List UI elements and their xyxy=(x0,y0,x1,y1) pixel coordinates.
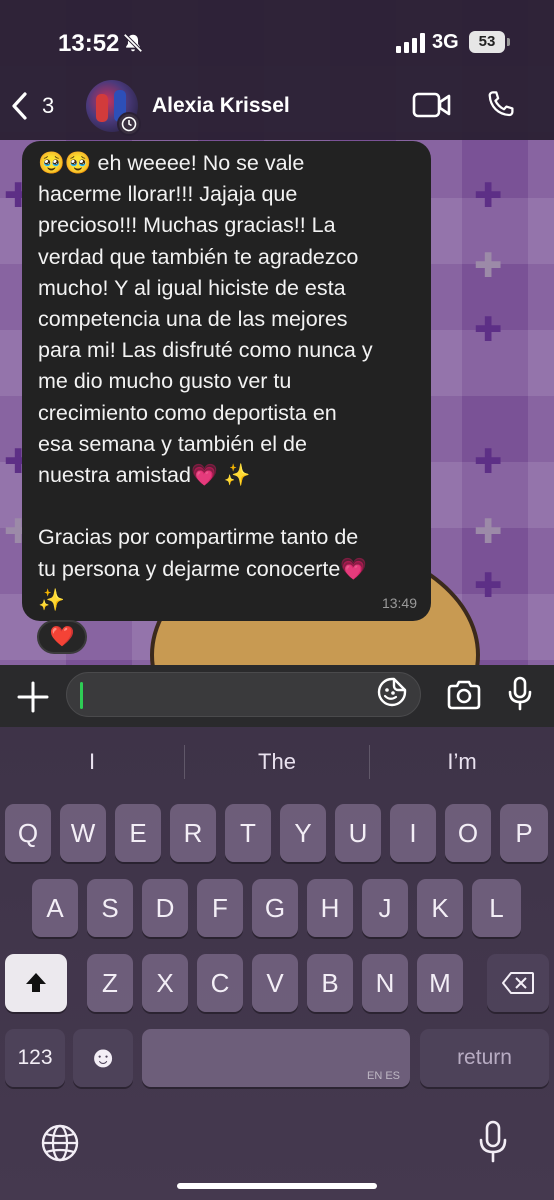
message-bubble[interactable]: 🥹🥹 eh weeee! No se vale hacerme llorar!!… xyxy=(22,141,431,621)
delete-key[interactable] xyxy=(487,954,549,1012)
video-call-icon[interactable] xyxy=(412,90,452,120)
bell-slash-icon xyxy=(123,33,143,53)
suggestion-1[interactable]: I xyxy=(0,749,184,775)
backspace-icon xyxy=(502,972,534,994)
key-p[interactable]: P xyxy=(500,804,548,862)
heart-reaction[interactable]: ❤️ xyxy=(37,620,87,654)
space-key[interactable]: EN ES xyxy=(142,1029,410,1087)
key-j[interactable]: J xyxy=(362,879,408,937)
key-e[interactable]: E xyxy=(115,804,161,862)
clock-icon xyxy=(121,116,137,132)
signal-icon xyxy=(396,33,425,53)
key-l[interactable]: L xyxy=(472,879,521,937)
key-f[interactable]: F xyxy=(197,879,243,937)
wallpaper-pattern: ✚ xyxy=(474,176,503,216)
numbers-key[interactable]: 123 xyxy=(5,1029,65,1087)
plus-icon[interactable] xyxy=(14,678,52,716)
key-i[interactable]: I xyxy=(390,804,436,862)
message-input[interactable] xyxy=(66,672,421,717)
status-time: 13:52 xyxy=(58,30,120,57)
key-s[interactable]: S xyxy=(87,879,133,937)
key-n[interactable]: N xyxy=(362,954,408,1012)
sticker-icon[interactable] xyxy=(376,676,408,708)
text-cursor xyxy=(80,682,83,709)
chat-header: 13:52 3G 53 3 Alexia Krissel xyxy=(0,0,554,140)
space-language-label: EN ES xyxy=(366,1070,400,1082)
battery-icon: 53 xyxy=(469,31,505,53)
emoji-key[interactable]: ☻ xyxy=(73,1029,133,1087)
suggestion-3[interactable]: I’m xyxy=(370,749,554,775)
microphone-icon[interactable] xyxy=(508,676,532,712)
dictation-mic-icon[interactable] xyxy=(478,1120,508,1164)
key-g[interactable]: G xyxy=(252,879,298,937)
disappearing-timer-icon xyxy=(117,112,141,136)
key-a[interactable]: A xyxy=(32,879,78,937)
key-k[interactable]: K xyxy=(417,879,463,937)
key-u[interactable]: U xyxy=(335,804,381,862)
message-timestamp: 13:49 xyxy=(381,595,417,611)
key-y[interactable]: Y xyxy=(280,804,326,862)
contact-name[interactable]: Alexia Krissel xyxy=(152,94,290,118)
key-w[interactable]: W xyxy=(60,804,106,862)
key-d[interactable]: D xyxy=(142,879,188,937)
chat-screen: ✚ ✚ ✚ ✚ ✚ ✚ ✚ ✚ ✚ 13:52 3G 53 3 Alexia K… xyxy=(0,0,554,1200)
unread-count: 3 xyxy=(42,93,55,118)
key-q[interactable]: Q xyxy=(5,804,51,862)
wallpaper-pattern: ✚ xyxy=(474,442,503,482)
avatar-figure xyxy=(96,94,108,122)
emoji-icon: ☻ xyxy=(87,1041,119,1074)
key-v[interactable]: V xyxy=(252,954,298,1012)
key-b[interactable]: B xyxy=(307,954,353,1012)
wallpaper-pattern: ✚ xyxy=(474,566,503,606)
network-type: 3G xyxy=(432,31,459,53)
shift-arrow-icon xyxy=(26,973,46,992)
wallpaper-pattern: ✚ xyxy=(474,310,503,350)
back-button[interactable]: 3 xyxy=(10,88,54,124)
wallpaper-pattern: ✚ xyxy=(474,512,503,552)
shift-key[interactable] xyxy=(5,954,67,1012)
key-t[interactable]: T xyxy=(225,804,271,862)
camera-icon[interactable] xyxy=(446,680,482,710)
key-h[interactable]: H xyxy=(307,879,353,937)
chevron-left-icon xyxy=(12,92,27,120)
key-x[interactable]: X xyxy=(142,954,188,1012)
key-m[interactable]: M xyxy=(417,954,463,1012)
key-o[interactable]: O xyxy=(445,804,491,862)
home-indicator[interactable] xyxy=(177,1183,377,1189)
globe-icon[interactable] xyxy=(40,1123,80,1163)
key-z[interactable]: Z xyxy=(87,954,133,1012)
wallpaper-pattern: ✚ xyxy=(474,246,503,286)
phone-icon[interactable] xyxy=(484,88,516,122)
suggestion-2[interactable]: The xyxy=(185,749,369,775)
battery-tip xyxy=(507,38,510,46)
message-text: 🥹🥹 eh weeee! No se vale hacerme llorar!!… xyxy=(38,151,373,612)
key-r[interactable]: R xyxy=(170,804,216,862)
keyboard: I The I’m Q W E R T Y U I O P A S D F G … xyxy=(0,727,554,1200)
key-c[interactable]: C xyxy=(197,954,243,1012)
return-key[interactable]: return xyxy=(420,1029,549,1087)
